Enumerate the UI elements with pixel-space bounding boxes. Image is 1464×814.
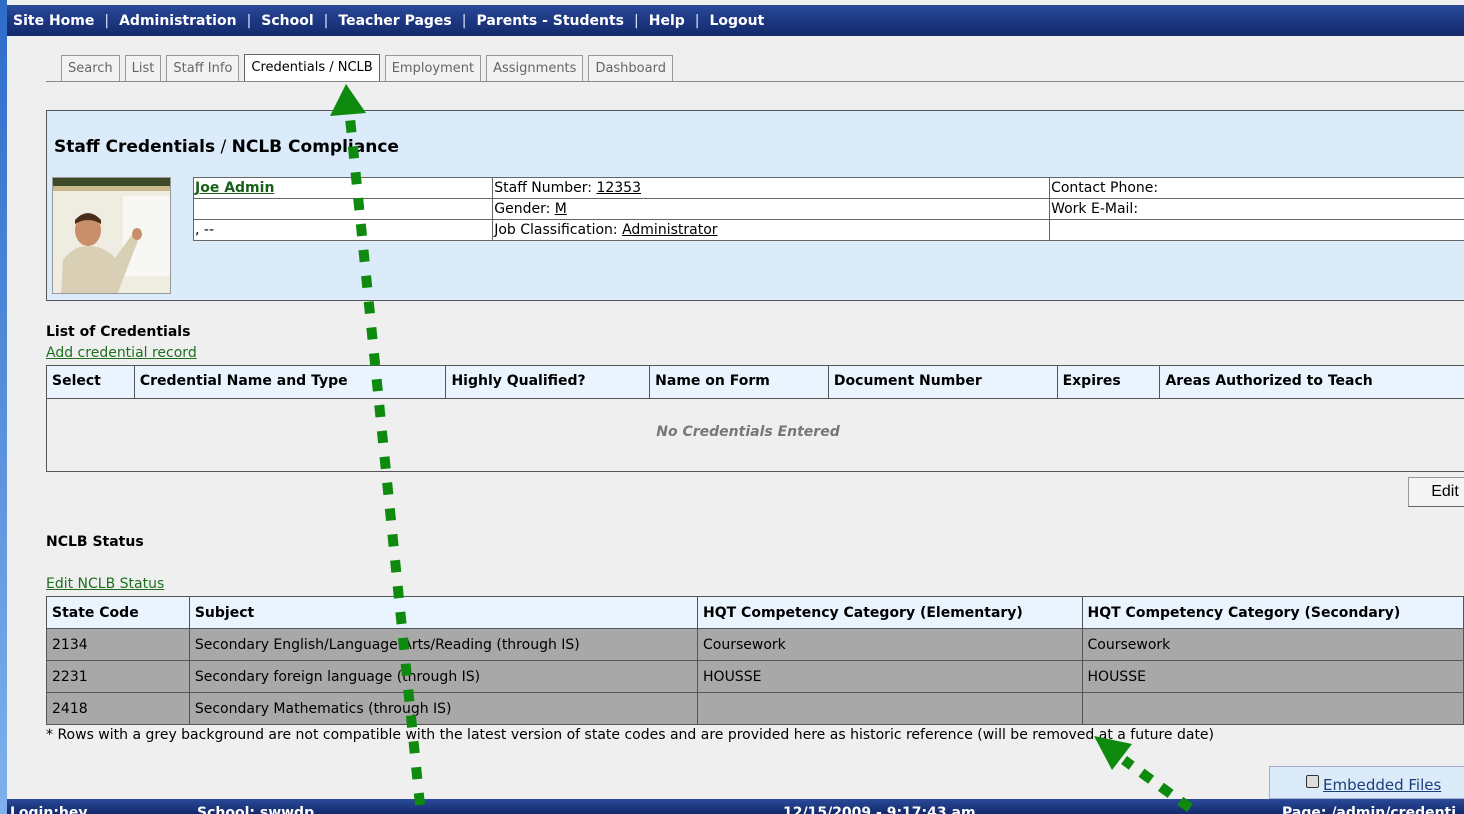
nav-separator: |	[104, 12, 110, 29]
contact-phone-label: Contact Phone:	[1051, 180, 1159, 196]
gender-label: Gender:	[494, 201, 555, 217]
column-header-expires: Expires	[1057, 366, 1161, 398]
state-code-cell: 2134	[46, 628, 190, 661]
add-credential-link[interactable]: Add credential record	[46, 345, 197, 361]
tab-assignments[interactable]: Assignments	[486, 55, 584, 81]
tab-staff-info[interactable]: Staff Info	[166, 55, 240, 81]
column-header-highly-qualified: Highly Qualified?	[446, 366, 651, 398]
tab-credentials-nclb[interactable]: Credentials / NCLB	[244, 54, 380, 82]
staff-tabs: Search List Staff Info Credentials / NCL…	[61, 54, 673, 82]
nclb-footnote: * Rows with a grey background are not co…	[46, 727, 1215, 743]
status-school: School: swwdp	[197, 805, 315, 814]
nclb-table-header: State Code Subject HQT Competency Catego…	[46, 596, 1464, 629]
table-row: 2134 Secondary English/Language Arts/Rea…	[46, 628, 1464, 661]
job-classification-label: Job Classification:	[494, 222, 623, 238]
hqt-secondary-cell: Coursework	[1081, 628, 1464, 661]
embedded-files-link[interactable]: Embedded Files	[1323, 776, 1441, 794]
nav-help[interactable]: Help	[649, 13, 685, 29]
tab-underline	[46, 81, 1464, 82]
credentials-table-header: Select Credential Name and Type Highly Q…	[47, 366, 1464, 399]
state-code-cell: 2418	[46, 692, 190, 725]
column-header-hqt-elementary: HQT Competency Category (Elementary)	[697, 596, 1083, 629]
hqt-secondary-cell: HOUSSE	[1081, 660, 1464, 693]
gender-value: M	[554, 201, 567, 217]
column-header-hqt-secondary: HQT Competency Category (Secondary)	[1081, 596, 1464, 629]
column-header-name-on-form: Name on Form	[650, 366, 829, 398]
column-header-state-code: State Code	[46, 596, 190, 629]
nav-separator: |	[246, 12, 252, 29]
top-navigation-bar: Site Home | Administration | School | Te…	[7, 5, 1464, 36]
hqt-secondary-cell	[1081, 692, 1464, 725]
staff-name-link[interactable]: Joe Admin	[195, 180, 274, 196]
nclb-status-table: State Code Subject HQT Competency Catego…	[46, 596, 1464, 725]
staff-header-panel: Staff Credentials / NCLB Compliance Joe …	[46, 110, 1464, 301]
column-header-document-number: Document Number	[828, 366, 1058, 398]
column-header-credential-name: Credential Name and Type	[134, 366, 447, 398]
nav-logout[interactable]: Logout	[710, 13, 765, 29]
job-classification-value: Administrator	[622, 222, 718, 238]
credentials-section-title: List of Credentials	[46, 324, 191, 340]
credentials-table: Select Credential Name and Type Highly Q…	[46, 365, 1464, 472]
nav-site-home[interactable]: Site Home	[13, 13, 94, 29]
tab-search[interactable]: Search	[61, 55, 120, 81]
hqt-elementary-cell	[697, 692, 1083, 725]
column-header-select: Select	[47, 366, 135, 398]
tab-list[interactable]: List	[124, 55, 162, 81]
table-row: 2418 Secondary Mathematics (through IS)	[46, 692, 1464, 725]
status-page: Page: /admin/credenti	[1282, 805, 1457, 814]
subject-cell: Secondary foreign language (through IS)	[188, 660, 699, 693]
staff-photo	[52, 177, 171, 294]
subject-cell: Secondary Mathematics (through IS)	[188, 692, 699, 725]
status-datetime: 12/15/2009 - 9:17:43 am	[783, 805, 976, 814]
nav-separator: |	[694, 12, 700, 29]
tab-employment[interactable]: Employment	[384, 55, 482, 81]
table-row: 2231 Secondary foreign language (through…	[46, 660, 1464, 693]
file-icon	[1306, 775, 1319, 788]
staff-extra-line: , --	[195, 222, 215, 238]
embedded-files-panel[interactable]: Embedded Files	[1269, 766, 1464, 799]
subject-cell: Secondary English/Language Arts/Reading …	[188, 628, 699, 661]
staff-info-table: Joe Admin Staff Number: 12353 Contact Ph…	[192, 177, 1464, 241]
staff-number-label: Staff Number:	[494, 180, 597, 196]
page-title: Staff Credentials / NCLB Compliance	[54, 137, 399, 157]
page-title-part1: Staff Credentials	[54, 137, 216, 157]
nav-parents-students[interactable]: Parents - Students	[476, 13, 624, 29]
tab-dashboard[interactable]: Dashboard	[588, 55, 673, 81]
nclb-section-title: NCLB Status	[46, 534, 144, 550]
nav-administration[interactable]: Administration	[119, 13, 236, 29]
state-code-cell: 2231	[46, 660, 190, 693]
edit-nclb-status-link[interactable]: Edit NCLB Status	[46, 576, 164, 592]
credentials-empty-message: No Credentials Entered	[656, 424, 840, 440]
staff-number-value: 12353	[596, 180, 641, 196]
nav-separator: |	[461, 12, 467, 29]
nav-teacher-pages[interactable]: Teacher Pages	[338, 13, 451, 29]
nav-school[interactable]: School	[261, 13, 313, 29]
column-header-areas-authorized: Areas Authorized to Teach	[1160, 366, 1464, 398]
window-left-edge	[0, 0, 7, 814]
column-header-subject: Subject	[188, 596, 699, 629]
edit-button[interactable]: Edit	[1408, 477, 1464, 507]
hqt-elementary-cell: Coursework	[697, 628, 1083, 661]
nav-separator: |	[323, 12, 329, 29]
status-bar: Login:hey School: swwdp 12/15/2009 - 9:1…	[7, 799, 1464, 814]
nav-separator: |	[634, 12, 639, 29]
status-login: Login:hey	[10, 805, 88, 814]
page-title-slash: /	[215, 137, 232, 157]
work-email-label: Work E-Mail:	[1051, 201, 1139, 217]
hqt-elementary-cell: HOUSSE	[697, 660, 1083, 693]
page-title-part2: NCLB Compliance	[231, 137, 399, 157]
